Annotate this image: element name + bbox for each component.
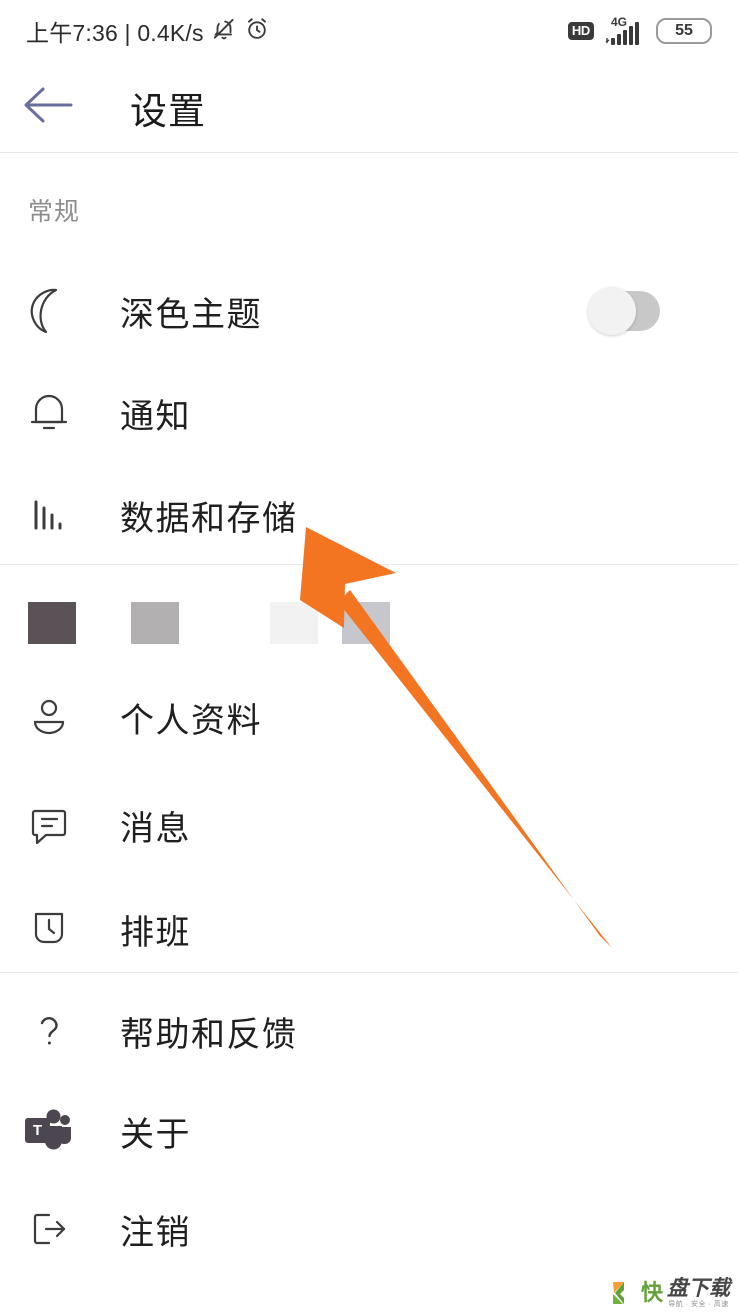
bell-icon	[0, 362, 98, 464]
settings-row-profile[interactable]: 个人资料	[0, 666, 738, 768]
network-type-label: 4G	[611, 15, 628, 29]
status-bar-left: 上午7:36 | 0.4K/s	[26, 14, 270, 48]
theme-color-swatches	[0, 602, 738, 672]
svg-text:T: T	[33, 1122, 42, 1139]
hd-badge: HD	[567, 22, 594, 40]
section-divider-2	[0, 972, 738, 973]
battery-level: 55	[675, 22, 693, 39]
signal-bars-icon: 4G	[605, 16, 645, 46]
person-icon	[0, 666, 98, 768]
app-bar: 设置	[0, 62, 738, 153]
swatch-dark[interactable]	[28, 602, 76, 644]
status-bar-right: HD 4G 55	[567, 16, 712, 46]
status-time: 上午7:36 | 0.4K/s	[26, 20, 204, 46]
settings-row-dark-theme[interactable]: 深色主题	[0, 260, 738, 362]
settings-row-label: 注销	[120, 1213, 191, 1252]
settings-row-label: 排班	[120, 913, 191, 952]
watermark-text-2: 盘下载	[667, 1277, 730, 1300]
watermark-subtitle: 导航 · 安全 · 高速	[668, 1301, 729, 1308]
site-watermark: 快 盘下载 导航 · 安全 · 高速	[611, 1278, 730, 1308]
clock-icon	[0, 878, 98, 980]
dark-theme-toggle[interactable]	[588, 287, 660, 335]
swatch-light-gray[interactable]	[342, 602, 390, 644]
section-divider-1	[0, 564, 738, 565]
status-bar: 上午7:36 | 0.4K/s HD 4G 55	[0, 0, 738, 62]
swatch-medium-gray[interactable]	[131, 602, 179, 644]
back-arrow-icon	[19, 84, 77, 131]
settings-row-messages[interactable]: 消息	[0, 774, 738, 876]
teams-logo-icon: T	[0, 1080, 98, 1182]
moon-icon	[0, 260, 98, 362]
settings-row-sign-out[interactable]: 注销	[0, 1178, 738, 1280]
chat-bubble-icon	[0, 774, 98, 876]
question-mark-icon	[0, 980, 98, 1082]
settings-row-label: 深色主题	[120, 295, 262, 334]
settings-row-label: 消息	[120, 809, 191, 848]
settings-row-about[interactable]: T 关于	[0, 1080, 738, 1182]
settings-row-label: 通知	[120, 397, 191, 436]
watermark-logo-icon	[611, 1280, 637, 1306]
settings-row-label: 个人资料	[120, 701, 262, 740]
settings-row-label: 关于	[120, 1115, 191, 1154]
bell-muted-icon	[211, 16, 237, 47]
watermark-right: 盘下载 导航 · 安全 · 高速	[667, 1278, 730, 1308]
settings-row-data-storage[interactable]: 数据和存储	[0, 464, 738, 566]
settings-row-help-feedback[interactable]: 帮助和反馈	[0, 980, 738, 1082]
watermark-text-1: 快	[640, 1280, 663, 1305]
toggle-knob	[588, 287, 636, 335]
sign-out-icon	[0, 1178, 98, 1280]
swatch-near-white[interactable]	[270, 602, 318, 644]
appbar-divider	[0, 152, 738, 153]
page-title: 设置	[130, 90, 206, 132]
settings-row-label: 数据和存储	[120, 499, 298, 538]
back-button[interactable]	[0, 62, 96, 153]
settings-row-shifts[interactable]: 排班	[0, 878, 738, 980]
settings-row-notifications[interactable]: 通知	[0, 362, 738, 464]
section-header-general: 常规	[28, 198, 81, 226]
bar-chart-icon	[0, 464, 98, 566]
alarm-clock-icon	[244, 16, 270, 47]
battery-indicator: 55	[656, 18, 712, 44]
settings-row-label: 帮助和反馈	[120, 1015, 298, 1054]
